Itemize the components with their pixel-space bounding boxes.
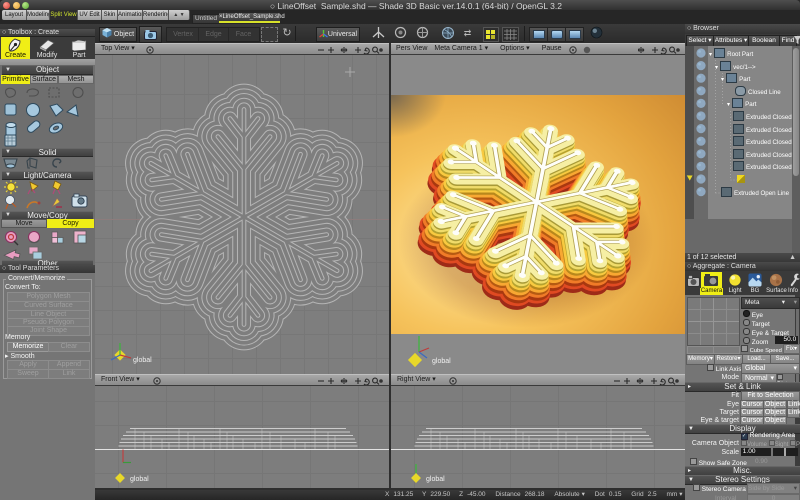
svg-text:global: global — [130, 476, 149, 483]
svg-text:global: global — [133, 357, 152, 364]
svg-text:global: global — [432, 358, 451, 365]
svg-text:global: global — [426, 476, 445, 483]
